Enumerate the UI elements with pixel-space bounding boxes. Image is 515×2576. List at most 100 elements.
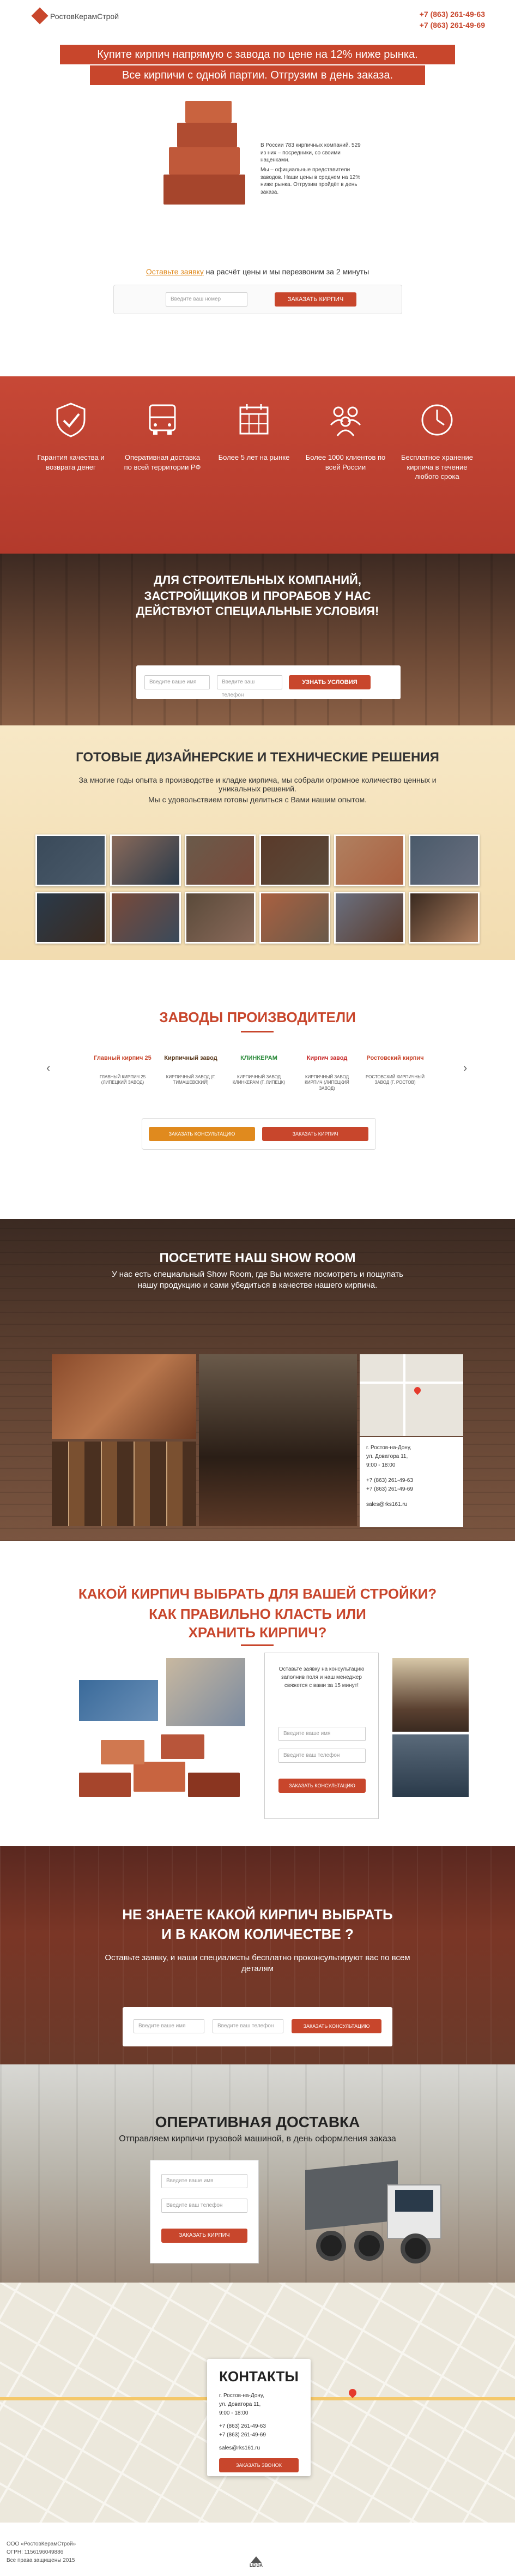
builders-title: Для строительных компаний, застройщиков …	[136, 573, 379, 619]
unknown-name-input[interactable]: Введите ваше имя	[134, 2019, 204, 2033]
benefit-label: Более 1000 клиентов по всей России	[305, 453, 386, 471]
contacts-callback-button[interactable]: Заказать звонок	[219, 2458, 299, 2472]
hero-phone-input[interactable]: Введите ваш номер	[166, 292, 247, 307]
showroom-hours: 9:00 - 18:00	[366, 1462, 396, 1468]
hero-text-2: Мы – официальные представители заводов. …	[260, 167, 361, 195]
header-phone-1[interactable]: +7 (863) 261-49-63	[420, 10, 485, 19]
factories-prev-arrow[interactable]: ‹	[46, 1061, 50, 1075]
contacts-section: Контакты г. Ростов-на-Дону, ул. Доватора…	[0, 2283, 515, 2523]
choose-name-input[interactable]: Введите ваше имя	[278, 1727, 366, 1741]
factory-logo[interactable]: КЛИНКЕРАМ Кирпичный завод Клинкерам (г. Л…	[229, 1042, 289, 1086]
design-text-1: За многие годы опыта в производстве и кл…	[78, 776, 437, 793]
contacts-email[interactable]: sales@rks161.ru	[219, 2444, 299, 2453]
design-gallery-image[interactable]	[259, 892, 330, 944]
showroom-title: Посетите наш Show Room	[159, 1251, 356, 1265]
factory-logo-caption: Главный кирпич 25 (Липецкий завод)	[99, 1074, 146, 1085]
benefits-section: Гарантия качества и возврата денег Операт…	[0, 376, 515, 554]
design-gallery-image[interactable]	[259, 834, 330, 886]
benefit-label: Более 5 лет на рынке	[218, 453, 290, 461]
design-gallery-image[interactable]	[110, 892, 181, 944]
design-gallery-image[interactable]	[409, 892, 480, 944]
hero-order-button[interactable]: Заказать кирпич	[275, 292, 356, 307]
builders-submit-button[interactable]: Узнать условия	[289, 675, 371, 689]
factories-buttons: Заказать консультацию Заказать кирпич	[142, 1118, 376, 1150]
design-gallery-image[interactable]	[185, 834, 256, 886]
showroom-email[interactable]: sales@rks161.ru	[366, 1500, 457, 1509]
factories-divider	[241, 1031, 274, 1032]
benefit-label: Оперативная доставка по всей территории …	[124, 453, 201, 471]
factory-logo[interactable]: Кирпич завод Кирпичный завод Кирпич (Липе…	[297, 1042, 357, 1091]
showroom-phone-2[interactable]: +7 (863) 261-49-69	[366, 1485, 457, 1494]
choose-form-text: Оставьте заявку на консультацию заполнив…	[278, 1666, 365, 1689]
hero-form: Введите ваш номер Заказать кирпич	[113, 285, 402, 314]
design-gallery-image[interactable]	[409, 834, 480, 886]
footer-ogrn: ОГРН: 1156196049886	[7, 2549, 64, 2555]
footer: ООО «РостовКерамСтрой» ОГРН: 11561960498…	[0, 2523, 515, 2576]
design-gallery-image[interactable]	[110, 834, 181, 886]
choose-submit-button[interactable]: Заказать консультацию	[278, 1779, 366, 1793]
factory-logo-caption: Ростовский кирпичный завод (г. Ростов)	[365, 1074, 425, 1085]
brick-pile-image	[163, 93, 251, 207]
hero-line-1: Купите кирпич напрямую с завода по цене …	[60, 45, 455, 64]
dump-truck-image	[305, 2154, 444, 2269]
builders-phone-input[interactable]: Введите ваш телефон	[217, 675, 282, 698]
choose-section: Какой кирпич выбрать для вашей стройки? …	[0, 1541, 515, 1846]
unknown-submit-button[interactable]: Заказать консультацию	[292, 2019, 381, 2033]
choose-photo-1	[79, 1680, 158, 1721]
delivery-name-input[interactable]: Введите ваше имя	[161, 2174, 247, 2188]
contacts-hours: 9:00 - 18:00	[219, 2410, 249, 2416]
factories-next-arrow[interactable]: ›	[463, 1061, 467, 1075]
footer-info: ООО «РостовКерамСтрой» ОГРН: 11561960498…	[7, 2540, 76, 2565]
unknown-form: Введите ваше имя Введите ваш телефон Зак…	[123, 2007, 392, 2046]
delivery-phone-input[interactable]: Введите ваш телефон	[161, 2199, 247, 2213]
builders-name-input[interactable]: Введите ваше имя	[144, 675, 210, 689]
factories-order-button[interactable]: Заказать кирпич	[262, 1127, 368, 1141]
truck-icon	[143, 401, 181, 442]
factory-logo-mark: Главный кирпич 25	[94, 1055, 152, 1061]
footer-developer-logo[interactable]: LEIDA	[245, 2556, 267, 2568]
benefit-item: Оперативная доставка по всей территории …	[122, 401, 203, 472]
design-gallery-image[interactable]	[35, 892, 106, 944]
showroom-phone-1[interactable]: +7 (863) 261-49-63	[366, 1476, 457, 1485]
choose-phone-input[interactable]: Введите ваш телефон	[278, 1749, 366, 1763]
delivery-subtitle: Отправляем кирпичи грузовой машиной, в д…	[119, 2134, 396, 2143]
contacts-phone-2[interactable]: +7 (863) 261-49-69	[219, 2431, 299, 2440]
contacts-phone-1[interactable]: +7 (863) 261-49-63	[219, 2422, 299, 2431]
unknown-phone-input[interactable]: Введите ваш телефон	[213, 2019, 283, 2033]
contacts-card: Контакты г. Ростов-на-Дону, ул. Доватора…	[207, 2359, 311, 2476]
benefit-label: Бесплатное хранение кирпича в течение лю…	[401, 453, 474, 481]
builders-form: Введите ваше имя Введите ваш телефон Узн…	[136, 665, 401, 699]
showroom-map[interactable]	[360, 1354, 463, 1436]
delivery-submit-button[interactable]: Заказать кирпич	[161, 2229, 247, 2243]
header: РостовКерамСтрой +7 (863) 261-49-63 +7 (…	[0, 0, 515, 38]
builders-section: Для строительных компаний, застройщиков …	[0, 554, 515, 725]
delivery-form: Введите ваше имя Введите ваш телефон Зак…	[150, 2160, 259, 2263]
design-gallery-image[interactable]	[334, 834, 405, 886]
unknown-section: Не знаете какой кирпич выбрать и в каком…	[0, 1846, 515, 2064]
showroom-section: Посетите наш Show Room У нас есть специа…	[0, 1219, 515, 1541]
benefit-item: Бесплатное хранение кирпича в течение лю…	[396, 401, 478, 482]
factory-logo[interactable]: Ростовский кирпич Ростовский кирпичный за…	[365, 1042, 425, 1086]
design-gallery-image[interactable]	[185, 892, 256, 944]
design-gallery-image[interactable]	[334, 892, 405, 944]
calendar-icon	[235, 401, 273, 442]
benefit-item: Более 1000 клиентов по всей России	[305, 401, 386, 472]
factory-logo[interactable]: Главный кирпич 25 Главный кирпич 25 (Липе…	[93, 1042, 153, 1086]
unknown-title-1: Не знаете какой кирпич выбрать	[122, 1906, 393, 1923]
header-phone-2[interactable]: +7 (863) 261-49-69	[420, 21, 485, 29]
logo-icon	[31, 7, 49, 25]
factory-logo-caption: Кирпичный завод Кирпич (Липецкий завод)	[305, 1074, 349, 1091]
footer-company: ООО «РостовКерамСтрой»	[7, 2541, 76, 2547]
showroom-contact-card: г. Ростов-на-Дону, ул. Доватора 11, 9:00…	[360, 1437, 463, 1527]
delivery-section: Оперативная доставка Отправляем кирпичи …	[0, 2064, 515, 2283]
factories-consult-button[interactable]: Заказать консультацию	[149, 1127, 255, 1141]
hero-section: Купите кирпич напрямую с завода по цене …	[0, 38, 515, 338]
choose-title-2: Как правильно класть или хранить кирпич?	[149, 1606, 366, 1641]
design-title: Готовые дизайнерские и технические решен…	[76, 750, 439, 765]
footer-developer: LEIDA	[250, 2563, 263, 2568]
design-gallery-image[interactable]	[35, 834, 106, 886]
factory-logo[interactable]: Кирпичный завод Кирпичный завод (г. Тимаш…	[161, 1042, 221, 1086]
choose-divider	[241, 1644, 274, 1646]
design-section: Готовые дизайнерские и технические решен…	[0, 725, 515, 960]
choose-photo-2	[166, 1658, 245, 1726]
